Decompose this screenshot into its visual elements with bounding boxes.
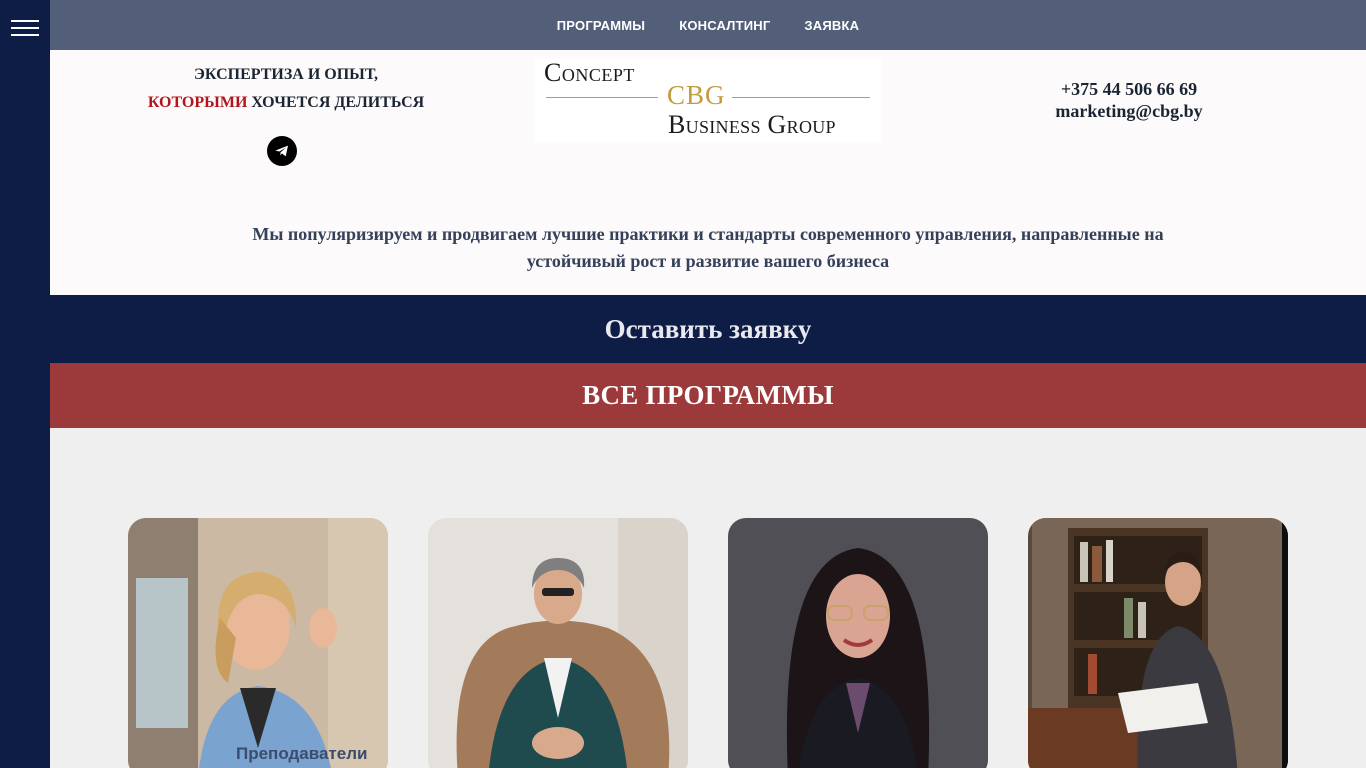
telegram-icon[interactable] (267, 136, 297, 166)
email-link[interactable]: marketing@cbg.by (1000, 100, 1258, 122)
contacts: +375 44 506 66 69 marketing@cbg.by (1000, 78, 1258, 122)
woman-dark-hair-photo (728, 518, 988, 768)
man-teal-suit-photo (428, 518, 688, 768)
tagline-line1: ЭКСПЕРТИЗА И ОПЫТ, (194, 66, 378, 83)
all-programs-banner[interactable]: ВСЕ ПРОГРАММЫ (50, 363, 1366, 428)
program-card-3[interactable] (728, 518, 988, 768)
tagline-rest: ХОЧЕТСЯ ДЕЛИТЬСЯ (247, 94, 425, 111)
tagline-accent: КОТОРЫМИ (147, 94, 248, 111)
nav-item-request[interactable]: ЗАЯВКА (804, 18, 859, 33)
logo-line2: CBG (667, 80, 726, 110)
logo-rule-right (732, 97, 870, 98)
program-card-4[interactable] (1028, 518, 1288, 768)
header: ЭКСПЕРТИЗА И ОПЫТ, КОТОРЫМИ ХОЧЕТСЯ ДЕЛИ… (50, 50, 1366, 295)
teachers-photo (128, 518, 388, 768)
sidebar (0, 0, 50, 768)
phone-link[interactable]: +375 44 506 66 69 (1000, 78, 1258, 100)
teachers-card[interactable]: Преподаватели (128, 518, 388, 768)
mission-text: Мы популяризируем и продвигаем лучшие пр… (252, 224, 1164, 271)
all-programs-title: ВСЕ ПРОГРАММЫ (582, 380, 834, 410)
nav-item-consulting[interactable]: КОНСАЛТИНГ (679, 18, 770, 33)
request-button[interactable]: Оставить заявку (50, 295, 1366, 363)
teachers-caption: Преподаватели (236, 744, 368, 763)
tagline: ЭКСПЕРТИЗА И ОПЫТ, КОТОРЫМИ ХОЧЕТСЯ ДЕЛИ… (136, 61, 436, 117)
top-navigation: ПРОГРАММЫ КОНСАЛТИНГ ЗАЯВКА (50, 0, 1366, 50)
logo-line1: Concept (544, 58, 635, 87)
company-logo[interactable]: Concept CBG Business Group (534, 58, 882, 142)
request-button-label: Оставить заявку (604, 313, 812, 344)
menu-icon[interactable] (11, 18, 39, 38)
logo-line3: Business Group (668, 110, 836, 139)
tagline-line2: КОТОРЫМИ ХОЧЕТСЯ ДЕЛИТЬСЯ (136, 89, 436, 117)
nav-item-programs[interactable]: ПРОГРАММЫ (557, 18, 645, 33)
man-library-photo (1028, 518, 1288, 768)
logo-rule-left (546, 97, 658, 98)
program-card-2[interactable] (428, 518, 688, 768)
